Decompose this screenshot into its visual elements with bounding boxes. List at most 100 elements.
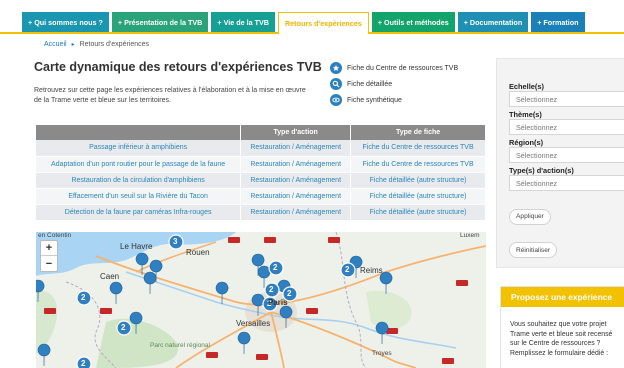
legend-item-centre: Fiche du Centre de ressources TVB <box>330 60 458 76</box>
row-sheet-type[interactable]: Fiche détaillée (autre structure) <box>350 188 486 205</box>
road-shield-icon <box>456 280 468 286</box>
cluster-count[interactable]: 2 <box>273 263 277 272</box>
eye-marker-icon <box>330 94 342 106</box>
row-action-type[interactable]: Restauration / Aménagement <box>240 188 352 205</box>
cluster-count[interactable]: 2 <box>345 265 349 274</box>
table-row[interactable]: Effacement d'un seuil sur la Rivière du … <box>36 188 486 205</box>
cluster-count[interactable]: 2 <box>81 359 85 368</box>
row-sheet-type[interactable]: Fiche détaillée (autre structure) <box>350 172 486 189</box>
table-row[interactable]: Détection de la faune par caméras Infra-… <box>36 204 486 221</box>
place-label: Rouen <box>186 248 210 257</box>
cluster-count[interactable]: 2 <box>121 323 125 332</box>
road-shield-icon <box>44 308 56 314</box>
cluster-count[interactable]: 3 <box>173 237 177 246</box>
legend-item-synthetique: Fiche synthétique <box>330 92 458 108</box>
row-sheet-type[interactable]: Fiche du Centre de ressources TVB <box>350 156 486 173</box>
table-row[interactable]: Adaptation d'un pont routier pour le pas… <box>36 156 486 173</box>
place-label: Le Havre <box>120 242 153 251</box>
row-title-link[interactable]: Passage inférieur à amphibiens <box>36 140 242 157</box>
road-shield-icon <box>264 237 276 243</box>
tab-outils-methodes[interactable]: + Outils et méthodes <box>371 12 455 32</box>
magnifier-marker-icon <box>330 78 342 90</box>
map-pin-icon <box>37 343 51 367</box>
filter-label-echelle: Echelle(s) <box>509 82 544 91</box>
reset-row: Réinitialiser <box>509 239 624 258</box>
legend-label: Fiche détaillée <box>347 80 393 88</box>
cluster-count[interactable]: 2 <box>269 285 273 294</box>
road-shield-icon <box>328 237 340 243</box>
place-label: Parc naturel régional <box>150 342 210 349</box>
legend-item-detaillee: Fiche détaillée <box>330 76 458 92</box>
apply-row: Appliquer <box>509 205 624 225</box>
place-label: Versailles <box>236 319 271 328</box>
row-title-link[interactable]: Détection de la faune par caméras Infra-… <box>36 204 242 221</box>
theme-select[interactable]: Sélectionnez <box>509 119 624 135</box>
road-shield-icon <box>228 237 240 243</box>
reset-button[interactable]: Réinitialiser <box>509 242 558 258</box>
map-pin-icon <box>109 281 123 305</box>
map-zoom-control: + − <box>40 240 58 272</box>
map-pin-icon <box>143 271 157 295</box>
place-label: Paris <box>268 298 288 307</box>
row-title-link[interactable]: Effacement d'un seuil sur la Rivière du … <box>36 188 242 205</box>
breadcrumb-separator-icon: ▸ <box>71 42 75 48</box>
star-marker-icon <box>330 62 342 74</box>
road-shield-icon <box>442 358 454 364</box>
place-label: Troyes <box>372 350 392 357</box>
cluster-count[interactable]: 2 <box>287 289 291 298</box>
row-action-type[interactable]: Restauration / Aménagement <box>240 172 352 189</box>
page-title: Carte dynamique des retours d'expérience… <box>34 60 322 74</box>
main-nav: + Qui sommes nous ? + Présentation de la… <box>0 12 624 34</box>
map-basemap <box>36 232 486 368</box>
tab-retours-experiences[interactable]: Retours d'expériences <box>277 12 369 34</box>
tab-documentation[interactable]: + Documentation <box>457 12 529 32</box>
marker-legend: Fiche du Centre de ressources TVB Fiche … <box>330 60 458 108</box>
table-header-row: Type d'action Type de fiche <box>36 125 486 140</box>
header-sheet-type[interactable]: Type de fiche <box>350 125 486 140</box>
map-pin-icon <box>237 331 251 355</box>
row-sheet-type[interactable]: Fiche du Centre de ressources TVB <box>350 140 486 157</box>
filter-label-region: Région(s) <box>509 138 544 147</box>
experience-map[interactable]: 3 2 2 2 2 2 2 2 2 en Cotentin Le Havre R… <box>36 232 486 368</box>
tab-formation[interactable]: + Formation <box>531 12 585 32</box>
echelle-select[interactable]: Sélectionnez <box>509 91 624 107</box>
action-type-select[interactable]: Sélectionnez <box>509 175 624 191</box>
row-action-type[interactable]: Restauration / Aménagement <box>240 204 352 221</box>
propose-body: Vous souhaitez que votre projet Trame ve… <box>510 321 613 357</box>
filters-panel: Echelle(s) Sélectionnez Thème(s) Sélecti… <box>496 58 624 268</box>
apply-button[interactable]: Appliquer <box>509 208 551 225</box>
table-row[interactable]: Passage inférieur à amphibiens Restaurat… <box>36 140 486 157</box>
row-sheet-type[interactable]: Fiche détaillée (autre structure) <box>350 204 486 221</box>
tab-presentation-tvb[interactable]: + Présentation de la TVB <box>111 12 209 32</box>
place-label: en Cotentin <box>38 232 72 239</box>
header-title <box>36 125 242 140</box>
page: { "nav": { "tabs": [ {"label": "+ Qui so… <box>0 0 624 368</box>
legend-label: Fiche synthétique <box>347 96 402 104</box>
road-shield-icon <box>206 352 218 358</box>
breadcrumb-home-link[interactable]: Accueil <box>44 41 67 48</box>
road-shield-icon <box>100 308 112 314</box>
zoom-in-button[interactable]: + <box>41 241 57 256</box>
tab-vie-tvb[interactable]: + Vie de la TVB <box>211 12 275 32</box>
row-action-type[interactable]: Restauration / Aménagement <box>240 140 352 157</box>
breadcrumb-current: Retours d'expériences <box>79 41 150 48</box>
region-select[interactable]: Sélectionnez <box>509 147 624 163</box>
cluster-count[interactable]: 2 <box>81 293 85 302</box>
zoom-out-button[interactable]: − <box>41 256 57 271</box>
tab-qui-sommes-nous[interactable]: + Qui sommes nous ? <box>22 12 109 32</box>
road-shield-icon <box>256 354 268 360</box>
map-pin-icon <box>379 271 393 295</box>
filter-label-action: Type(s) d'action(s) <box>509 166 574 175</box>
place-label: Luxem <box>460 232 480 239</box>
row-title-link[interactable]: Adaptation d'un pont routier pour le pas… <box>36 156 242 173</box>
table-row[interactable]: Restauration de la circulation d'amphibi… <box>36 172 486 189</box>
row-title-link[interactable]: Restauration de la circulation d'amphibi… <box>36 172 242 189</box>
place-label: Reims <box>360 266 383 275</box>
experiences-table: Type d'action Type de fiche Passage infé… <box>36 125 486 221</box>
breadcrumb: Accueil ▸ Retours d'expériences <box>44 41 149 48</box>
row-action-type[interactable]: Restauration / Aménagement <box>240 156 352 173</box>
filter-label-theme: Thème(s) <box>509 110 542 119</box>
legend-label: Fiche du Centre de ressources TVB <box>347 64 459 72</box>
road-shield-icon <box>306 308 318 314</box>
header-action-type[interactable]: Type d'action <box>240 125 352 140</box>
